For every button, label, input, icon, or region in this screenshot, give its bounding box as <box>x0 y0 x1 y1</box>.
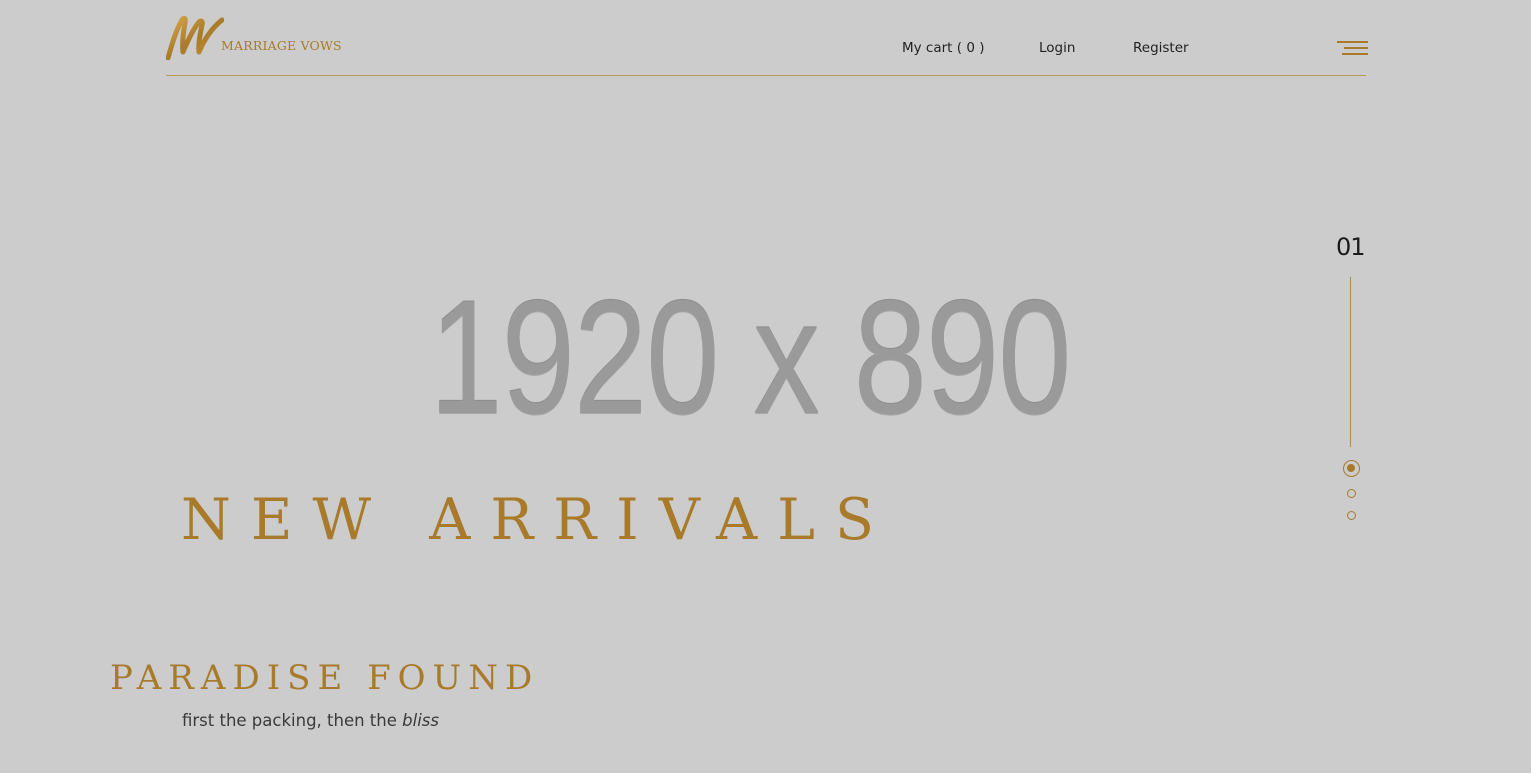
nav-login-link[interactable]: Login <box>1039 40 1075 56</box>
hamburger-menu-icon[interactable] <box>1336 41 1368 59</box>
page: MARRIAGE VOWS My cart ( 0 ) Login Regist… <box>0 0 1531 773</box>
slide-progress-line <box>1350 277 1351 447</box>
slide-dot-fill <box>1347 464 1356 473</box>
nav-register-link[interactable]: Register <box>1133 40 1189 56</box>
mw-logo-icon <box>166 15 224 60</box>
menu-line <box>1342 53 1368 55</box>
hero-headline: NEW ARRIVALS <box>181 487 895 553</box>
header-divider <box>166 75 1366 76</box>
slide-dot-active[interactable] <box>1343 460 1360 477</box>
slide-dot[interactable] <box>1347 511 1356 520</box>
nav-cart-link[interactable]: My cart ( 0 ) <box>902 40 984 56</box>
promo-tagline: first the packing, then the bliss <box>182 711 439 730</box>
promo-title: PARADISE FOUND <box>110 658 540 698</box>
menu-line <box>1344 47 1368 49</box>
brand-logo[interactable]: MARRIAGE VOWS <box>166 14 346 60</box>
tagline-text: first the packing, then the <box>182 711 403 730</box>
slide-number: 01 <box>1336 233 1366 261</box>
brand-name: MARRIAGE VOWS <box>221 38 342 53</box>
slide-dot[interactable] <box>1347 489 1356 498</box>
hero-image-placeholder: 1920 x 890 <box>429 267 1072 448</box>
tagline-emphasis: bliss <box>402 711 439 730</box>
menu-line <box>1337 41 1368 43</box>
